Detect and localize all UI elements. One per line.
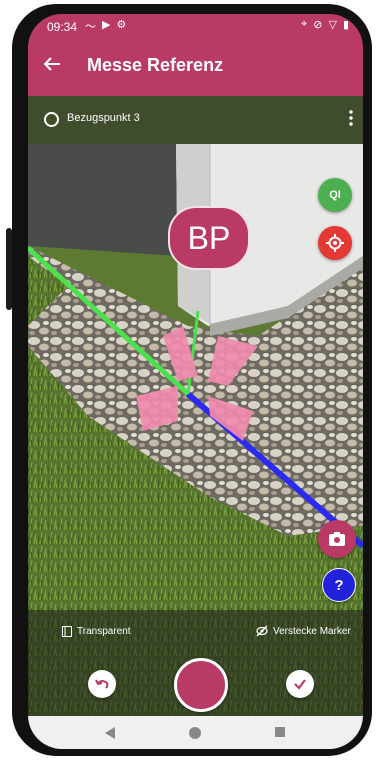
screen: 09:34 〜 ▶ ⚙ ⌖ ⊘ ▽ ▮ Messe Referenz Bezug… [28,14,363,749]
status-time: 09:34 [47,20,78,34]
reference-point-label: Bezugspunkt 3 [67,112,140,124]
confirm-button[interactable] [286,670,314,698]
qi-button[interactable]: QI [318,178,352,212]
capture-button[interactable] [174,658,228,712]
battery-icon: ▮ [342,19,349,31]
phone-side-button [6,228,12,310]
crosshair-icon [326,234,344,252]
eye-off-icon [256,625,268,637]
status-notification-icons: 〜 ▶ ⚙ [85,18,126,34]
camera-icon [329,532,345,546]
wifi-icon: ▽ [328,19,337,31]
capture-bar [28,654,363,716]
reference-marker-badge: BP [168,206,250,270]
app-bar: Messe Referenz [28,40,363,96]
more-vert-icon[interactable] [347,108,355,128]
wave-icon: 〜 [85,21,96,33]
locate-button[interactable] [318,226,352,260]
hide-markers-toggle[interactable]: Verstecke Marker [256,620,351,642]
camera-button[interactable] [318,520,356,558]
nav-recents-icon[interactable] [274,726,286,738]
nav-back-icon[interactable] [104,726,116,740]
mute-icon: ⊘ [313,19,323,31]
reference-point-bar: Bezugspunkt 3 [28,96,363,144]
arrow-left-icon[interactable] [40,52,64,76]
undo-button[interactable] [88,670,116,698]
transparent-toggle[interactable]: Transparent [62,620,131,642]
system-nav-bar [28,716,363,749]
layers-icon [62,625,72,637]
transparent-label: Transparent [77,625,131,637]
camera-view[interactable]: Bezugspunkt 3 BP QI ? Transparent Verste… [28,96,363,716]
undo-icon [95,679,109,689]
youtube-icon: ▶ [102,19,111,31]
page-title: Messe Referenz [87,55,224,75]
status-bar: 09:34 〜 ▶ ⚙ ⌖ ⊘ ▽ ▮ [28,14,363,40]
check-icon [294,679,306,690]
nav-home-icon[interactable] [188,726,202,740]
radio-unchecked-icon[interactable] [44,112,59,127]
app-icon: ⚙ [116,19,127,31]
status-system-icons: ⌖ ⊘ ▽ ▮ [301,18,349,31]
location-icon: ⌖ [301,18,308,30]
help-button[interactable]: ? [322,568,356,602]
options-bar: Transparent Verstecke Marker [28,610,363,654]
hide-markers-label: Verstecke Marker [273,625,351,637]
